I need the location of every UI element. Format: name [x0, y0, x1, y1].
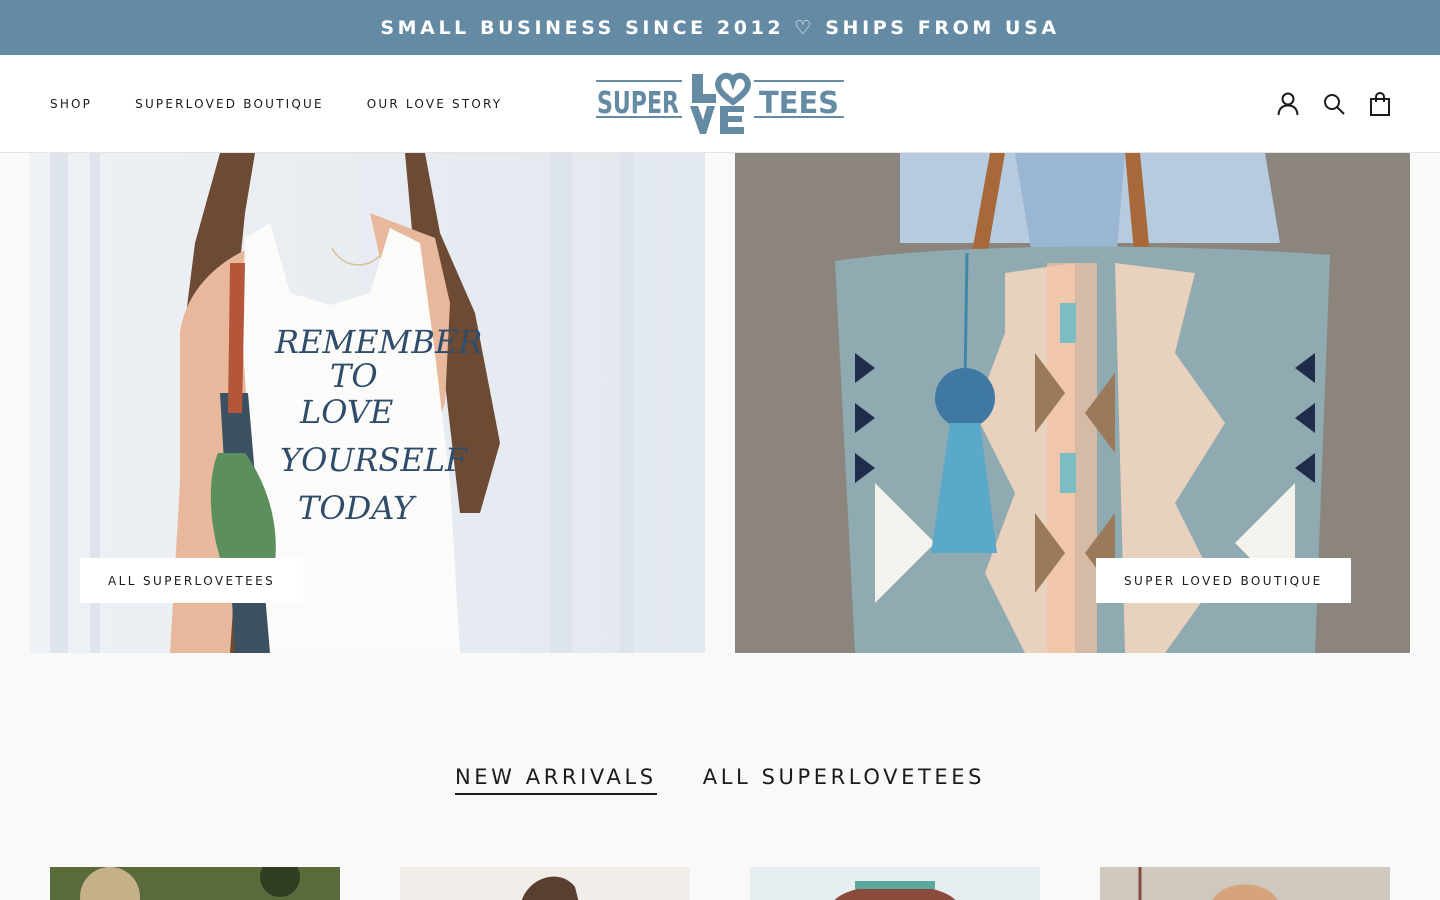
- product-card-4[interactable]: [1100, 867, 1390, 900]
- nav-our-love-story[interactable]: OUR LOVE STORY: [367, 97, 503, 111]
- shirt-text-line-3: LOVE: [299, 393, 393, 431]
- super-loved-boutique-button[interactable]: SUPER LOVED BOUTIQUE: [1096, 558, 1351, 603]
- svg-text:SUPER: SUPER: [597, 86, 679, 121]
- header-icons: [1276, 55, 1392, 153]
- site-logo[interactable]: SUPER TEES: [594, 72, 846, 136]
- shirt-text-line-5: TODAY: [298, 489, 417, 527]
- main-nav: SHOP SUPERLOVED BOUTIQUE OUR LOVE STORY: [50, 55, 545, 153]
- shirt-text-line-4: YOURSELF: [280, 441, 469, 479]
- shirt-text-line-2: TO: [330, 357, 378, 395]
- site-header: SHOP SUPERLOVED BOUTIQUE OUR LOVE STORY …: [0, 55, 1440, 153]
- svg-text:TEES: TEES: [759, 86, 839, 121]
- all-superlovetees-label: ALL SUPERLOVETEES: [108, 573, 276, 588]
- account-icon[interactable]: [1276, 92, 1300, 116]
- nav-shop[interactable]: SHOP: [50, 97, 92, 111]
- product-card-1[interactable]: [50, 867, 340, 900]
- product-card-2[interactable]: [400, 867, 690, 900]
- promo-super-loved-boutique[interactable]: SUPER LOVED BOUTIQUE: [735, 153, 1410, 653]
- product-image-3: [750, 867, 1040, 900]
- announcement-text: SMALL BUSINESS SINCE 2012 ♡ SHIPS FROM U…: [380, 16, 1060, 39]
- nav-superloved-boutique[interactable]: SUPERLOVED BOUTIQUE: [135, 97, 324, 111]
- product-image-1: [50, 867, 340, 900]
- collection-tabs: NEW ARRIVALS ALL SUPERLOVETEES: [0, 765, 1440, 795]
- tab-all-superlovetees[interactable]: ALL SUPERLOVETEES: [703, 765, 985, 795]
- product-image-4: [1100, 867, 1390, 900]
- search-icon[interactable]: [1322, 92, 1346, 116]
- product-card-3[interactable]: [750, 867, 1040, 900]
- product-image-2: [400, 867, 690, 900]
- super-loved-boutique-label: SUPER LOVED BOUTIQUE: [1124, 573, 1323, 588]
- announcement-bar: SMALL BUSINESS SINCE 2012 ♡ SHIPS FROM U…: [0, 0, 1440, 55]
- cart-icon[interactable]: [1368, 92, 1392, 116]
- promo-all-superlovetees[interactable]: REMEMBER TO LOVE YOURSELF TODAY ALL SUPE…: [30, 153, 705, 653]
- tab-new-arrivals[interactable]: NEW ARRIVALS: [454, 765, 657, 795]
- shirt-text-line-1: REMEMBER: [274, 323, 482, 361]
- all-superlovetees-button[interactable]: ALL SUPERLOVETEES: [80, 558, 304, 603]
